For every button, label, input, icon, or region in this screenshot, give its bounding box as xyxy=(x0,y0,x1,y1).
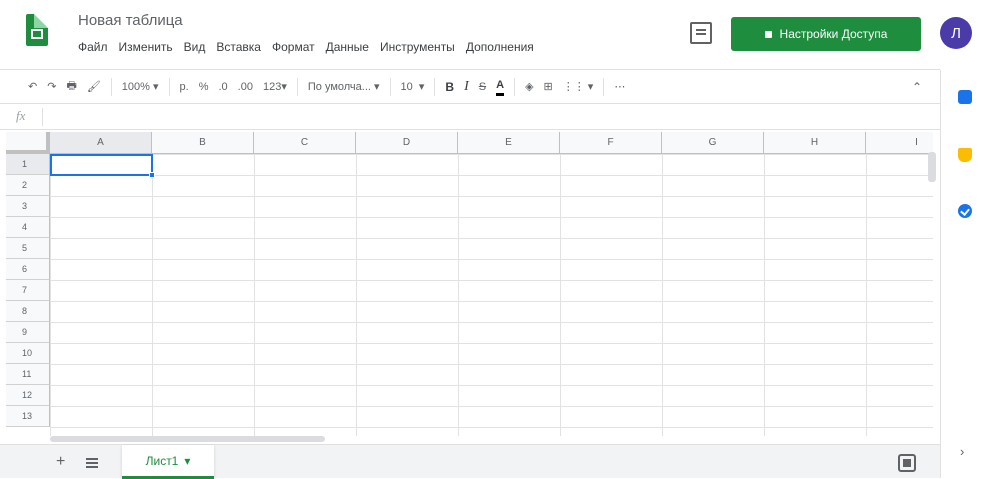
zoom-select[interactable]: 100% ▾ xyxy=(122,78,159,96)
menu-bar: Файл Изменить Вид Вставка Формат Данные … xyxy=(78,40,534,54)
menu-insert[interactable]: Вставка xyxy=(216,40,261,54)
sheet-bar: + Лист1 ▾ xyxy=(0,444,940,479)
app-header: Новая таблица Файл Изменить Вид Вставка … xyxy=(0,0,972,70)
fill-color-icon[interactable]: ◈ xyxy=(525,78,533,96)
menu-data[interactable]: Данные xyxy=(326,40,369,54)
row-header[interactable]: 5 xyxy=(6,238,50,259)
lock-icon xyxy=(764,30,772,38)
side-panel: › xyxy=(940,70,987,478)
horizontal-scrollbar[interactable] xyxy=(50,436,325,442)
divider xyxy=(389,77,391,96)
row-header[interactable]: 8 xyxy=(6,301,50,322)
column-header[interactable]: E xyxy=(458,132,560,154)
divider xyxy=(168,77,170,96)
font-family-value: По умолча... xyxy=(307,80,371,93)
row-header[interactable]: 1 xyxy=(6,154,50,175)
more-options-button[interactable]: ⋯ xyxy=(614,78,625,96)
sheet-tab-label: Лист1 xyxy=(145,453,179,468)
font-family-select[interactable]: По умолча... ▾ xyxy=(308,78,380,96)
chevron-down-icon[interactable]: ▾ xyxy=(184,454,190,468)
spreadsheet-grid: A B C D E F G H I 1 2 3 4 5 6 7 8 9 10 1… xyxy=(6,132,933,436)
document-title[interactable]: Новая таблица xyxy=(78,12,183,29)
column-header[interactable]: B xyxy=(152,132,254,154)
redo-icon[interactable]: ↷ xyxy=(47,78,56,96)
row-header[interactable]: 4 xyxy=(6,217,50,238)
menu-addons[interactable]: Дополнения xyxy=(466,40,534,54)
column-header[interactable]: H xyxy=(764,132,866,154)
tasks-icon[interactable] xyxy=(958,204,972,218)
column-header[interactable]: I xyxy=(866,132,933,154)
selected-cell[interactable] xyxy=(50,154,155,178)
column-header[interactable]: A xyxy=(50,132,152,154)
toolbar: ↶ ↷ 🖶 🖌 100% ▾ р. % .0 .00 123 ▾ По умолч… xyxy=(0,70,940,104)
keep-icon[interactable] xyxy=(958,148,972,162)
all-sheets-icon[interactable] xyxy=(86,458,98,468)
column-headers: A B C D E F G H I xyxy=(50,132,933,154)
avatar[interactable]: Л xyxy=(940,17,972,49)
divider xyxy=(603,77,605,96)
select-all-corner[interactable] xyxy=(6,132,50,154)
fill-handle[interactable] xyxy=(149,172,155,178)
zoom-value: 100% xyxy=(121,80,150,93)
menu-format[interactable]: Формат xyxy=(272,40,315,54)
number-format-select[interactable]: 123 ▾ xyxy=(263,78,287,96)
sheets-logo-icon[interactable] xyxy=(26,14,48,46)
percent-format-button[interactable]: % xyxy=(199,78,209,96)
collapse-menu-icon[interactable]: ⌃ xyxy=(912,80,922,94)
menu-edit[interactable]: Изменить xyxy=(119,40,173,54)
explore-icon[interactable] xyxy=(898,454,916,472)
sheet-tab[interactable]: Лист1 ▾ xyxy=(122,445,214,479)
chevron-right-icon[interactable]: › xyxy=(960,444,964,459)
row-header[interactable]: 12 xyxy=(6,385,50,406)
row-header[interactable]: 7 xyxy=(6,280,50,301)
increase-decimal-button[interactable]: .00 xyxy=(238,78,253,96)
menu-view[interactable]: Вид xyxy=(184,40,206,54)
column-header[interactable]: G xyxy=(662,132,764,154)
paint-format-icon[interactable]: 🖌 xyxy=(87,78,101,96)
row-header[interactable]: 10 xyxy=(6,343,50,364)
decrease-decimal-button[interactable]: .0 xyxy=(218,78,227,96)
divider xyxy=(110,77,112,96)
row-headers: 1 2 3 4 5 6 7 8 9 10 11 12 13 xyxy=(6,154,50,427)
text-color-button[interactable]: A xyxy=(496,78,505,96)
cell-grid[interactable] xyxy=(50,154,933,436)
undo-icon[interactable]: ↶ xyxy=(28,78,37,96)
bold-button[interactable]: B xyxy=(445,78,454,96)
column-header[interactable]: C xyxy=(254,132,356,154)
divider xyxy=(42,108,43,126)
row-header[interactable]: 13 xyxy=(6,406,50,427)
fx-icon: fx xyxy=(16,108,26,123)
row-header[interactable]: 3 xyxy=(6,196,50,217)
row-header[interactable]: 6 xyxy=(6,259,50,280)
menu-file[interactable]: Файл xyxy=(78,40,108,54)
font-size-value: 10 xyxy=(400,80,413,93)
row-header[interactable]: 2 xyxy=(6,175,50,196)
divider xyxy=(434,77,436,96)
borders-icon[interactable]: ⊞ xyxy=(544,78,553,96)
number-format-value: 123 xyxy=(262,80,282,93)
divider xyxy=(514,77,516,96)
divider xyxy=(296,77,298,96)
row-header[interactable]: 11 xyxy=(6,364,50,385)
formula-bar[interactable]: fx xyxy=(0,104,940,130)
strikethrough-button[interactable]: S xyxy=(479,78,486,96)
row-header[interactable]: 9 xyxy=(6,322,50,343)
currency-format-button[interactable]: р. xyxy=(180,78,189,96)
column-header[interactable]: F xyxy=(560,132,662,154)
merge-cells-icon[interactable]: ⋮⋮ ▾ xyxy=(563,78,594,96)
italic-button[interactable]: I xyxy=(464,78,469,96)
menu-tools[interactable]: Инструменты xyxy=(380,40,455,54)
add-sheet-icon[interactable]: + xyxy=(56,453,65,471)
font-size-select[interactable]: 10 ▾ xyxy=(401,78,425,96)
calendar-icon[interactable] xyxy=(958,90,972,104)
print-icon[interactable]: 🖶 xyxy=(66,78,76,96)
comments-icon[interactable] xyxy=(690,22,712,44)
share-button-label: Настройки Доступа xyxy=(779,27,888,41)
column-header[interactable]: D xyxy=(356,132,458,154)
share-button[interactable]: Настройки Доступа xyxy=(731,17,921,51)
strikethrough-label: S xyxy=(478,80,487,93)
vertical-scrollbar[interactable] xyxy=(928,152,936,182)
